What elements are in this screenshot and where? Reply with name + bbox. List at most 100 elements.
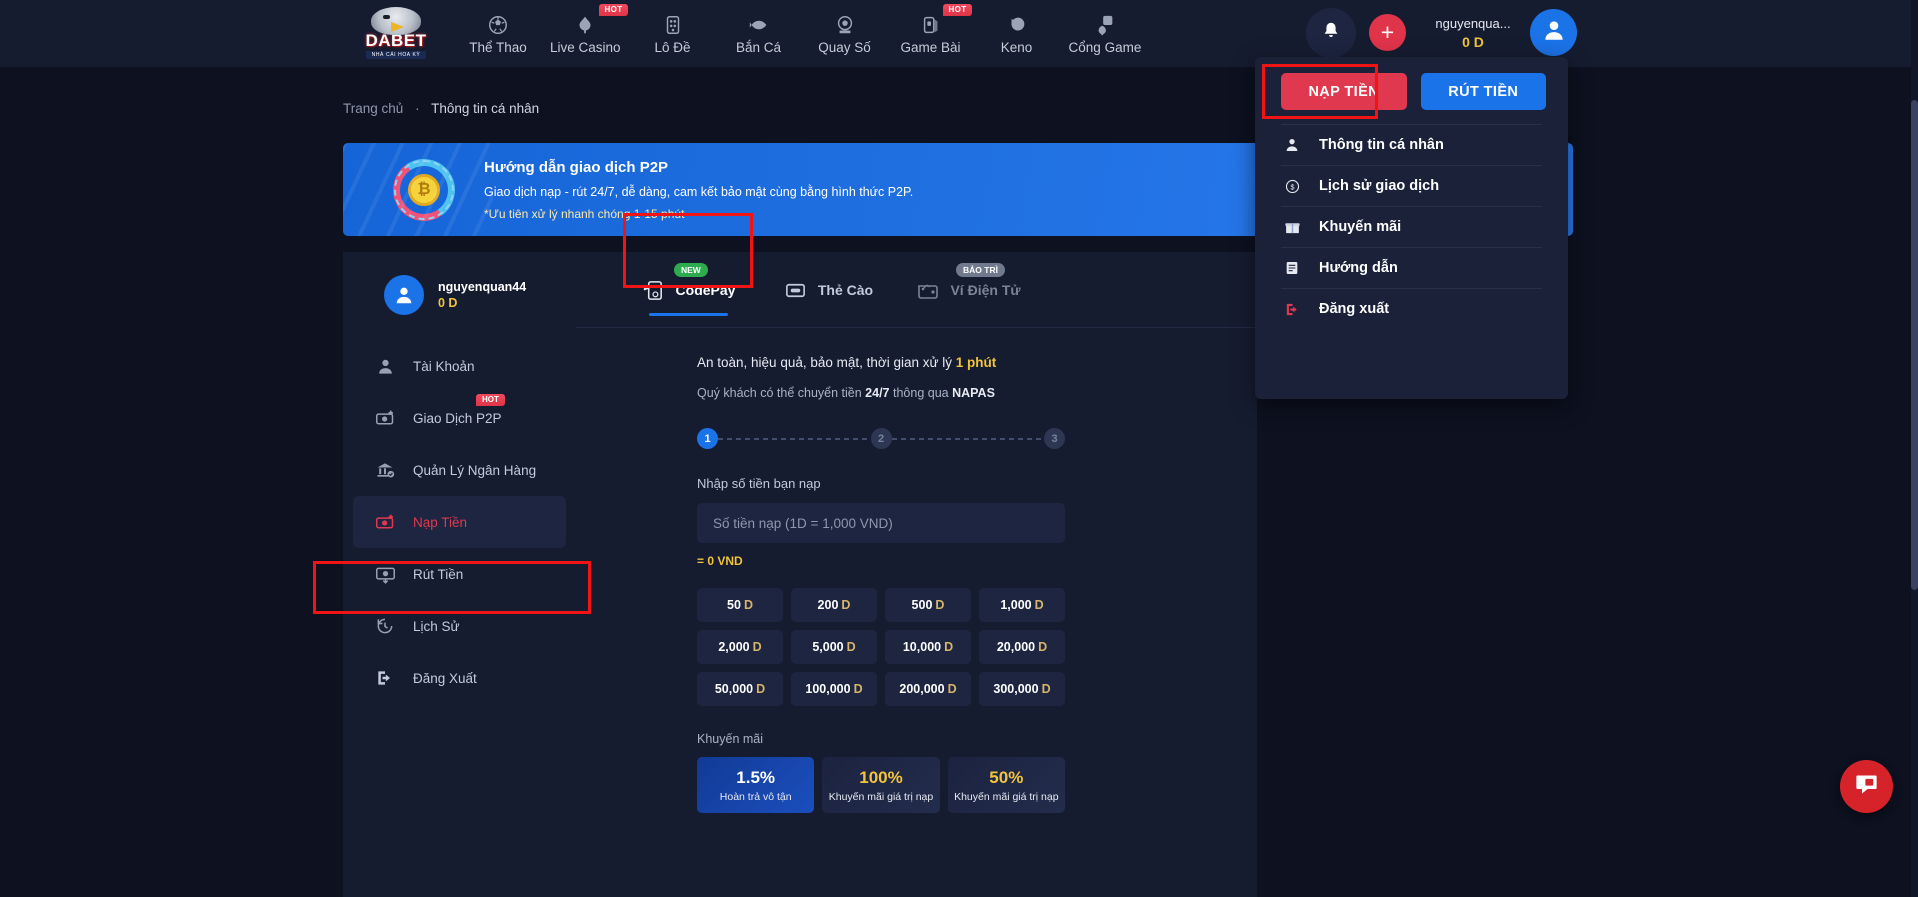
withdraw-button[interactable]: RÚT TIỀN bbox=[1420, 73, 1546, 110]
nav-item-quay-so[interactable]: Quay Số bbox=[802, 0, 888, 67]
menu-item-transaction-history[interactable]: $ Lịch sử giao dịch bbox=[1281, 165, 1542, 206]
p2p-money-icon bbox=[374, 408, 396, 429]
sidebar-user-name: nguyenquan44 bbox=[438, 280, 527, 294]
sidebar-menu: Tài Khoản HOT Giao Dịch P2P Quản Lý Ngân… bbox=[343, 340, 576, 704]
banner-text-block: Hướng dẫn giao dịch P2P Giao dịch nạp - … bbox=[484, 159, 913, 221]
live-chat-button[interactable] bbox=[1840, 760, 1893, 813]
sidebar-item-rut-tien[interactable]: Rút Tiền bbox=[353, 548, 566, 600]
amount-chip[interactable]: 300,000 D bbox=[979, 672, 1065, 706]
hot-badge: HOT bbox=[943, 4, 972, 16]
nav-item-the-thao[interactable]: Thể Thao bbox=[455, 0, 541, 67]
hot-badge: HOT bbox=[476, 394, 505, 406]
deposit-panel: NEW CodePay Thẻ Cào BẢO TRÌ Ví Điện Tử A… bbox=[576, 252, 1257, 897]
keno-icon bbox=[1005, 13, 1029, 37]
withdraw-icon bbox=[374, 564, 396, 585]
napas-bold-2: NAPAS bbox=[952, 386, 995, 400]
amount-chip[interactable]: 50,000 D bbox=[697, 672, 783, 706]
chip-value: 50 bbox=[727, 598, 741, 612]
nav-item-game-bai[interactable]: HOT Game Bài bbox=[888, 0, 974, 67]
sidebar-item-giao-dich-p2p[interactable]: HOT Giao Dịch P2P bbox=[353, 392, 566, 444]
chip-unit: D bbox=[743, 598, 753, 612]
menu-item-logout[interactable]: Đăng xuất bbox=[1281, 288, 1542, 329]
chip-unit: D bbox=[1038, 640, 1048, 654]
sidebar-item-label: Đăng Xuất bbox=[413, 670, 477, 686]
breadcrumb-separator: · bbox=[415, 101, 420, 116]
nav-item-keno[interactable]: Keno bbox=[974, 0, 1060, 67]
sidebar-user-balance: 0 D bbox=[438, 296, 458, 310]
amount-chip[interactable]: 50 D bbox=[697, 588, 783, 622]
avatar[interactable] bbox=[1530, 9, 1577, 56]
nav-item-live-casino[interactable]: HOT Live Casino bbox=[541, 0, 630, 67]
promotion-card[interactable]: 50% Khuyến mãi giá trị nạp bbox=[947, 757, 1065, 813]
site-logo[interactable]: DABET NHÀ CÁI HOA KỲ bbox=[343, 0, 449, 65]
chip-unit: D bbox=[756, 682, 766, 696]
chip-unit: D bbox=[752, 640, 762, 654]
top-header: DABET NHÀ CÁI HOA KỲ Thể Thao HOT Live C… bbox=[0, 0, 1918, 67]
dropdown-action-row: NẠP TIỀN RÚT TIỀN bbox=[1255, 57, 1568, 124]
chip-unit: D bbox=[841, 598, 851, 612]
sidebar-item-label: Lịch Sử bbox=[413, 618, 460, 634]
user-summary[interactable]: nguyenqua... 0 D bbox=[1418, 10, 1528, 56]
card-game-icon bbox=[919, 13, 943, 37]
banner-title: Hướng dẫn giao dịch P2P bbox=[484, 158, 669, 176]
menu-item-label: Thông tin cá nhân bbox=[1319, 137, 1444, 153]
menu-item-guide[interactable]: Hướng dẫn bbox=[1281, 247, 1542, 288]
notification-bell-button[interactable] bbox=[1306, 8, 1356, 58]
p2p-exchange-icon: ₿ bbox=[388, 153, 460, 226]
chip-unit: D bbox=[853, 682, 863, 696]
napas-bold-1: 24/7 bbox=[865, 386, 890, 400]
deposit-method-tabs: NEW CodePay Thẻ Cào BẢO TRÌ Ví Điện Tử bbox=[576, 252, 1257, 328]
tab-vi-dien-tu[interactable]: BẢO TRÌ Ví Điện Tử bbox=[898, 252, 1038, 328]
amount-chip[interactable]: 1,000 D bbox=[979, 588, 1065, 622]
amount-chip[interactable]: 200,000 D bbox=[885, 672, 971, 706]
promotion-value: 100% bbox=[859, 767, 903, 787]
step-indicator: 1 2 3 bbox=[697, 428, 1065, 449]
nav-item-ban-ca[interactable]: Bắn Cá bbox=[716, 0, 802, 67]
safety-note-highlight: 1 phút bbox=[955, 355, 997, 370]
nav-item-lo-de[interactable]: Lô Đề bbox=[630, 0, 716, 67]
tab-codepay[interactable]: NEW CodePay bbox=[618, 252, 758, 328]
chip-value: 1,000 bbox=[1000, 598, 1032, 612]
breadcrumb: Trang chủ · Thông tin cá nhân bbox=[343, 101, 539, 116]
amount-chip[interactable]: 200 D bbox=[791, 588, 877, 622]
amount-chip[interactable]: 100,000 D bbox=[791, 672, 877, 706]
logo-badge: DABET NHÀ CÁI HOA KỲ bbox=[350, 3, 442, 63]
sidebar-item-nap-tien[interactable]: Nạp Tiền bbox=[353, 496, 566, 548]
amount-chip[interactable]: 10,000 D bbox=[885, 630, 971, 664]
chip-value: 10,000 bbox=[902, 640, 942, 654]
menu-item-promotions[interactable]: Khuyến mãi bbox=[1281, 206, 1542, 247]
amount-chip[interactable]: 20,000 D bbox=[979, 630, 1065, 664]
quick-add-button[interactable]: + bbox=[1369, 14, 1406, 51]
tab-the-cao[interactable]: Thẻ Cào bbox=[758, 252, 898, 328]
sidebar-item-dang-xuat[interactable]: Đăng Xuất bbox=[353, 652, 566, 704]
codepay-icon bbox=[641, 278, 666, 303]
sidebar-item-lich-su[interactable]: Lịch Sử bbox=[353, 600, 566, 652]
nav-item-cong-game[interactable]: Cổng Game bbox=[1060, 0, 1151, 67]
breadcrumb-home[interactable]: Trang chủ bbox=[343, 101, 403, 116]
soccer-ball-icon bbox=[486, 13, 510, 37]
page-scrollbar[interactable] bbox=[1911, 0, 1918, 897]
sidebar-item-quan-ly-ngan-hang[interactable]: Quản Lý Ngân Hàng bbox=[353, 444, 566, 496]
logout-icon bbox=[1281, 301, 1303, 318]
amount-chip[interactable]: 500 D bbox=[885, 588, 971, 622]
tab-label: Thẻ Cào bbox=[817, 282, 874, 298]
promotion-card[interactable]: 100% Khuyến mãi giá trị nạp bbox=[822, 757, 940, 813]
amount-chip[interactable]: 5,000 D bbox=[791, 630, 877, 664]
deposit-button[interactable]: NẠP TIỀN bbox=[1281, 73, 1407, 110]
tab-label: Ví Điện Tử bbox=[950, 282, 1021, 298]
sidebar-item-tai-khoan[interactable]: Tài Khoản bbox=[353, 340, 566, 392]
chip-unit: D bbox=[1041, 682, 1051, 696]
amount-input[interactable] bbox=[697, 503, 1065, 543]
page-root: DABET NHÀ CÁI HOA KỲ Thể Thao HOT Live C… bbox=[0, 0, 1918, 897]
promotion-card[interactable]: 1.5% Hoàn trả vô tận bbox=[697, 757, 815, 813]
scratch-card-icon bbox=[783, 278, 808, 303]
menu-item-profile[interactable]: Thông tin cá nhân bbox=[1281, 124, 1542, 165]
scrollbar-thumb[interactable] bbox=[1911, 100, 1918, 590]
amount-chip[interactable]: 2,000 D bbox=[697, 630, 783, 664]
breadcrumb-current: Thông tin cá nhân bbox=[431, 101, 540, 116]
chip-value: 20,000 bbox=[996, 640, 1036, 654]
vnd-conversion-text: = 0 VND bbox=[697, 554, 743, 568]
chip-unit: D bbox=[935, 598, 945, 612]
sidebar-user-block[interactable]: nguyenquan44 0 D bbox=[343, 252, 576, 315]
napas-note: Quý khách có thể chuyển tiền 24/7 thông … bbox=[697, 386, 1257, 400]
